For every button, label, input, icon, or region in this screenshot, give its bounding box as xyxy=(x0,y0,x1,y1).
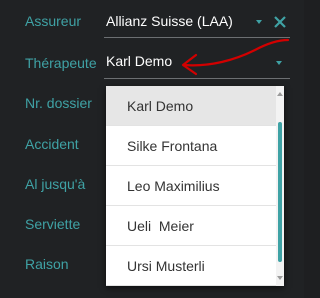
therapist-dropdown-list: Karl Demo Silke Frontana Leo Maximilius … xyxy=(106,86,284,286)
clear-assureur-close-icon[interactable] xyxy=(273,15,287,29)
dropdown-option[interactable]: Ueli Meier xyxy=(106,206,276,246)
insurance-form: Assureur Allianz Suisse (LAA) Thérapeute… xyxy=(0,0,304,298)
serviette-label: Serviette xyxy=(25,216,81,232)
assureur-label: Assureur xyxy=(25,13,82,29)
dropdown-option[interactable]: Karl Demo xyxy=(106,86,276,126)
dropdown-option[interactable]: Ursi Musterli xyxy=(106,246,276,286)
assureur-chevron-down-icon[interactable] xyxy=(256,20,262,24)
dropdown-option[interactable]: Silke Frontana xyxy=(106,126,276,166)
nr-dossier-label: Nr. dossier xyxy=(25,95,92,111)
therapeute-label: Thérapeute xyxy=(25,55,97,71)
dropdown-scrollbar[interactable] xyxy=(276,86,284,286)
scroll-up-icon[interactable] xyxy=(277,92,283,96)
therapeute-select[interactable]: Karl Demo xyxy=(106,53,172,69)
scroll-down-icon[interactable] xyxy=(277,276,283,280)
dropdown-option[interactable]: Leo Maximilius xyxy=(106,166,276,206)
al-jusqua-label: Al jusqu'à xyxy=(25,176,86,192)
raison-label: Raison xyxy=(25,256,69,272)
accident-label: Accident xyxy=(25,136,79,152)
annotation-arrow-icon xyxy=(181,38,290,76)
scroll-thumb[interactable] xyxy=(278,122,282,262)
assureur-select[interactable]: Allianz Suisse (LAA) xyxy=(106,13,233,29)
